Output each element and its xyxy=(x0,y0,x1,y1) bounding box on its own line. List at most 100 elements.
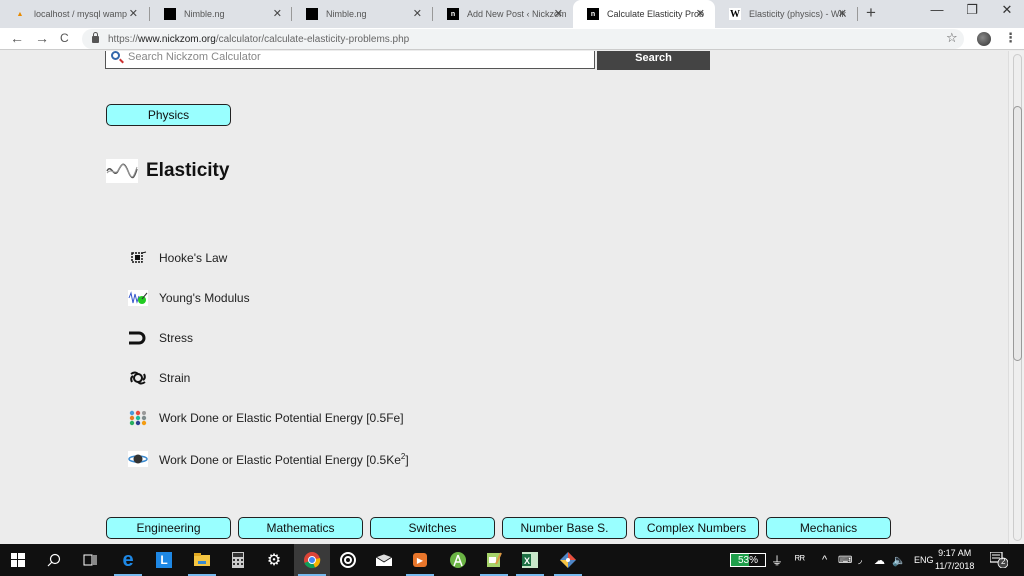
taskbar-search-button[interactable] xyxy=(36,544,72,576)
volume-icon[interactable]: 🔈 xyxy=(892,544,906,576)
edge-icon: e xyxy=(122,548,134,571)
category-complex-numbers-button[interactable]: Complex Numbers xyxy=(634,517,759,539)
taskbar-l-app[interactable]: L xyxy=(146,544,182,576)
close-icon[interactable]: ✕ xyxy=(554,7,563,20)
tab-add-new-post[interactable]: n Add New Post ‹ Nickzom ✕ xyxy=(433,0,573,28)
elasticity-wave-icon xyxy=(106,159,138,183)
tab-nimble-2[interactable]: Nimble.ng ✕ xyxy=(292,0,432,28)
task-view-icon xyxy=(83,554,97,566)
link-work-done-fe[interactable]: Work Done or Elastic Potential Energy [0… xyxy=(128,410,404,426)
start-button[interactable] xyxy=(0,544,36,576)
clock-time: 9:17 AM xyxy=(938,548,972,558)
device-icon[interactable]: ⌨ xyxy=(838,544,852,576)
category-mechanics-button[interactable]: Mechanics xyxy=(766,517,891,539)
notification-count: 2 xyxy=(1001,557,1006,566)
taskbar-groove[interactable] xyxy=(330,544,366,576)
notepad-icon xyxy=(487,552,502,567)
chevron-up-icon[interactable]: ^ xyxy=(822,544,827,576)
system-clock[interactable]: 9:17 AM 11/7/2018 xyxy=(935,547,974,573)
tab-localhost[interactable]: ▲ localhost / mysql wamp ✕ xyxy=(0,0,148,28)
close-icon[interactable]: ✕ xyxy=(413,7,422,20)
link-label-prefix: Work Done or Elastic Potential Energy [0… xyxy=(159,452,401,467)
address-bar[interactable]: https://www.nickzom.org/calculator/calcu… xyxy=(82,29,964,49)
git-icon xyxy=(560,552,576,568)
url-host: www.nickzom.org xyxy=(138,33,216,45)
close-icon[interactable]: ✕ xyxy=(696,7,705,20)
hookes-law-icon xyxy=(128,250,148,266)
tab-calculate-elasticity[interactable]: n Calculate Elasticity Prob ✕ xyxy=(573,0,715,28)
taskbar-media-player[interactable]: ▶ xyxy=(402,544,438,576)
taskbar-excel[interactable]: X xyxy=(512,544,548,576)
search-button[interactable]: Search xyxy=(597,51,710,70)
strain-icon xyxy=(128,370,148,386)
power-plug-icon[interactable]: ⏚ xyxy=(771,544,783,576)
search-placeholder: Search Nickzom Calculator xyxy=(128,51,261,63)
link-label: Stress xyxy=(159,331,194,345)
battery-percent: 53% xyxy=(737,554,758,566)
link-strain[interactable]: Strain xyxy=(128,370,190,386)
taskbar-notepad[interactable] xyxy=(476,544,512,576)
l-app-icon: L xyxy=(156,552,172,568)
wifi-icon[interactable]: ◞ xyxy=(858,544,862,576)
language-indicator[interactable]: ENG xyxy=(914,544,934,576)
nickzom-icon: n xyxy=(587,8,599,20)
taskbar-settings[interactable]: ⚙ xyxy=(256,544,292,576)
network-cloud-icon[interactable]: ☁ xyxy=(874,544,885,576)
link-youngs-modulus[interactable]: Young's Modulus xyxy=(128,290,250,306)
menu-icon[interactable]: ⋮ xyxy=(1004,30,1017,46)
taskbar-calculator[interactable] xyxy=(220,544,256,576)
link-stress[interactable]: Stress xyxy=(128,330,193,346)
calculator-icon xyxy=(232,552,244,568)
taskbar-file-explorer[interactable] xyxy=(184,544,220,576)
taskbar-mail[interactable] xyxy=(366,544,402,576)
stress-magnet-icon xyxy=(128,330,148,346)
planet-icon xyxy=(128,451,148,467)
back-button[interactable]: ← xyxy=(10,30,24,46)
link-label: Young's Modulus xyxy=(159,291,250,305)
black-square-icon xyxy=(164,8,176,20)
phpmyadmin-icon: ▲ xyxy=(16,10,24,18)
battery-indicator[interactable]: 53% xyxy=(730,553,766,567)
lock-icon xyxy=(92,31,99,43)
browser-toolbar: ← → C https://www.nickzom.org/calculator… xyxy=(0,28,1024,50)
page-content: Search Nickzom Calculator Search Physics… xyxy=(0,51,1008,544)
forward-button[interactable]: → xyxy=(35,30,49,46)
close-icon[interactable]: ✕ xyxy=(838,7,847,20)
new-tab-button[interactable]: + xyxy=(866,3,876,23)
window-close-button[interactable]: ✕ xyxy=(984,2,1024,18)
search-icon xyxy=(47,553,61,567)
link-work-done-ke2[interactable]: Work Done or Elastic Potential Energy [0… xyxy=(128,451,409,467)
people-icon[interactable]: ᴿᴿ xyxy=(795,544,805,576)
tab-nimble-1[interactable]: Nimble.ng ✕ xyxy=(150,0,292,28)
action-center-button[interactable]: 2 xyxy=(989,551,1009,569)
scrollbar-thumb[interactable] xyxy=(1013,106,1022,361)
category-mathematics-button[interactable]: Mathematics xyxy=(238,517,363,539)
taskbar-android-studio[interactable] xyxy=(440,544,476,576)
bookmark-star-icon[interactable]: ☆ xyxy=(946,30,958,46)
gear-icon: ⚙ xyxy=(266,552,282,569)
groove-music-icon xyxy=(340,552,356,568)
search-icon xyxy=(111,51,120,60)
physics-button[interactable]: Physics xyxy=(106,104,231,126)
close-icon[interactable]: ✕ xyxy=(273,7,282,20)
tab-wikipedia[interactable]: W Elasticity (physics) - Wik ✕ xyxy=(715,0,857,28)
wikipedia-icon: W xyxy=(729,8,741,20)
black-square-icon xyxy=(306,8,318,20)
link-hookes-law[interactable]: Hooke's Law xyxy=(128,250,227,266)
category-engineering-button[interactable]: Engineering xyxy=(106,517,231,539)
media-player-icon: ▶ xyxy=(413,553,427,567)
close-icon[interactable]: ✕ xyxy=(129,7,138,20)
taskbar-edge[interactable]: e xyxy=(110,544,146,576)
profile-avatar[interactable] xyxy=(977,32,991,46)
search-input[interactable]: Search Nickzom Calculator xyxy=(105,51,595,69)
link-label: Work Done or Elastic Potential Energy [0… xyxy=(159,411,404,425)
category-switches-button[interactable]: Switches xyxy=(370,517,495,539)
svg-text:X: X xyxy=(524,556,530,566)
category-number-base-button[interactable]: Number Base S. xyxy=(502,517,627,539)
task-view-button[interactable] xyxy=(72,544,108,576)
link-label: Strain xyxy=(159,371,191,385)
taskbar-git[interactable] xyxy=(550,544,586,576)
reload-button[interactable]: C xyxy=(60,31,69,45)
vertical-scrollbar[interactable] xyxy=(1008,51,1024,544)
taskbar-chrome[interactable] xyxy=(294,544,330,576)
